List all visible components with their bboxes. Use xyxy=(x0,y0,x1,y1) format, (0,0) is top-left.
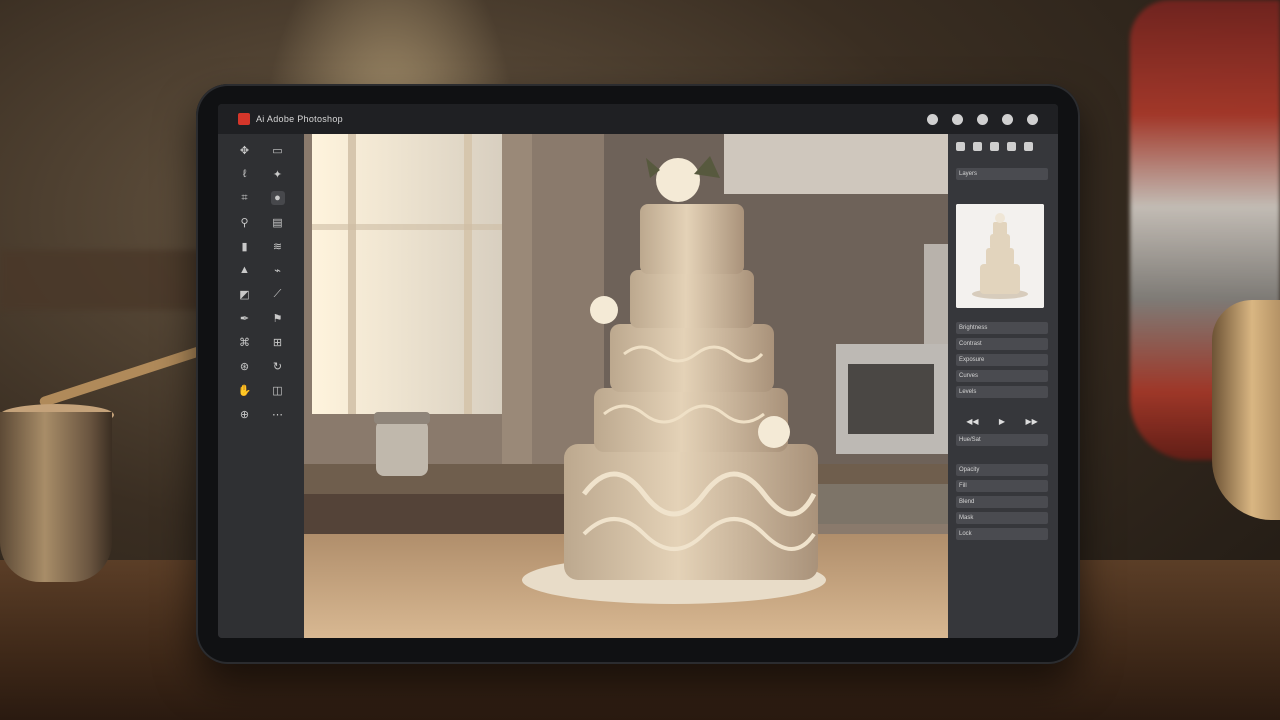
exposure-row[interactable]: Exposure xyxy=(956,354,1048,366)
app-title: Ai Adobe Photoshop xyxy=(256,114,343,124)
stamp-tool-icon[interactable]: ▲ xyxy=(238,263,252,277)
properties-panel: Layers Brightness Contrast Exposure Curv… xyxy=(948,134,1058,638)
brightness-row[interactable]: Brightness xyxy=(956,322,1048,334)
layers-label: Layers xyxy=(956,168,1048,180)
eyedropper-tool-icon[interactable]: ⚲ xyxy=(238,215,252,229)
rewind-icon[interactable]: ◀◀ xyxy=(966,417,978,426)
gradient-tool-icon[interactable]: ◩ xyxy=(238,287,252,301)
rectangle-tool-icon[interactable]: ⊞ xyxy=(271,335,285,349)
view-tool-icon[interactable]: ◫ xyxy=(271,383,285,397)
blur-tool-icon[interactable]: ≋ xyxy=(271,239,285,253)
search-icon[interactable] xyxy=(952,113,963,125)
layers-icon[interactable] xyxy=(956,142,965,151)
blend-row[interactable]: Blend xyxy=(956,496,1048,508)
pen-tool-icon[interactable]: ✒ xyxy=(238,311,252,325)
panel-icon-row xyxy=(956,142,1033,151)
hue-sat-row[interactable]: Hue/Sat xyxy=(956,434,1048,446)
more-icon[interactable] xyxy=(1024,142,1033,151)
text-tool-icon[interactable]: ⌘ xyxy=(238,335,252,349)
lock-row[interactable]: Lock xyxy=(956,528,1048,540)
brush-tool-icon[interactable]: ▮ xyxy=(238,239,252,253)
cake-thumbnail xyxy=(956,204,1044,308)
contrast-row[interactable]: Contrast xyxy=(956,338,1048,350)
image-canvas[interactable] xyxy=(304,134,948,638)
opacity-row[interactable]: Opacity xyxy=(956,464,1048,476)
tablet-screen: Ai Adobe Photoshop ✥ ▭ ℓ ✦ ⌗ ● ⚲ ▤ ▮ ≋ ▲… xyxy=(218,104,1058,638)
transport-controls: ◀◀ ▶ ▶▶ xyxy=(956,414,1048,428)
layer-thumbnail[interactable] xyxy=(956,204,1044,308)
crop-tool-icon[interactable]: ⌗ xyxy=(238,191,252,205)
lasso-tool-icon[interactable]: ℓ xyxy=(238,167,252,181)
play-icon[interactable]: ▶ xyxy=(999,417,1005,426)
user-icon[interactable] xyxy=(1002,113,1013,125)
heal-tool-icon[interactable]: ● xyxy=(270,191,285,205)
cake-photo xyxy=(304,134,948,638)
magic-wand-tool-icon[interactable]: ✦ xyxy=(271,167,285,181)
eraser-tool-icon[interactable]: ▤ xyxy=(271,215,285,229)
grid-icon[interactable] xyxy=(990,142,999,151)
fill-row[interactable]: Fill xyxy=(956,480,1048,492)
type-tool-icon[interactable]: ⚑ xyxy=(271,311,285,325)
mixing-bowl xyxy=(1212,300,1280,520)
history-icon[interactable] xyxy=(1007,142,1016,151)
zoom-tool-icon[interactable]: ⊕ xyxy=(238,407,252,421)
mask-row[interactable]: Mask xyxy=(956,512,1048,524)
move-tool-icon[interactable]: ✥ xyxy=(238,143,252,157)
levels-row[interactable]: Levels xyxy=(956,386,1048,398)
extra-tool-icon[interactable]: ⋯ xyxy=(271,407,285,421)
curves-row[interactable]: Curves xyxy=(956,370,1048,382)
help-icon[interactable] xyxy=(1027,113,1038,125)
path-tool-icon[interactable]: ⟋ xyxy=(271,287,285,301)
cloud-icon[interactable] xyxy=(927,113,938,125)
background-shelf xyxy=(0,250,210,310)
dodge-tool-icon[interactable]: ⌁ xyxy=(271,263,285,277)
hand-tool-icon[interactable]: ✋ xyxy=(238,383,252,397)
select-tool-icon[interactable]: ▭ xyxy=(271,143,285,157)
rotate-tool-icon[interactable]: ↻ xyxy=(271,359,285,373)
adjust-icon[interactable] xyxy=(973,142,982,151)
app-titlebar: Ai Adobe Photoshop xyxy=(218,104,1058,134)
shape-tool-icon[interactable]: ⊛ xyxy=(238,359,252,373)
top-toolbar-icons xyxy=(927,104,1038,134)
share-icon[interactable] xyxy=(977,113,988,125)
forward-icon[interactable]: ▶▶ xyxy=(1025,417,1037,426)
tools-sidebar: ✥ ▭ ℓ ✦ ⌗ ● ⚲ ▤ ▮ ≋ ▲ ⌁ ◩ ⟋ ✒ ⚑ ⌘ ⊞ ⊛ ↻ … xyxy=(218,134,304,638)
metal-bowl xyxy=(0,412,112,582)
wooden-spoon xyxy=(38,345,204,408)
app-logo-icon xyxy=(238,113,250,125)
